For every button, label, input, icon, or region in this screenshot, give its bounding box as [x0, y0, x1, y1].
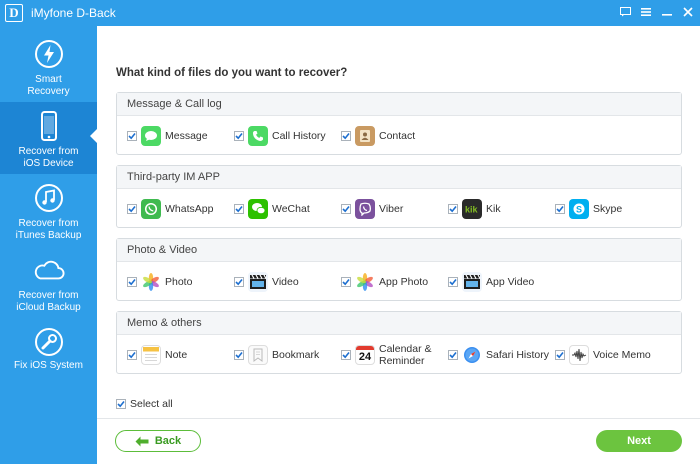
checkbox-checked-icon[interactable]	[341, 349, 351, 360]
checkbox-checked-icon[interactable]	[341, 203, 351, 214]
section-title: Third-party IM APP	[117, 166, 681, 189]
app-logo: D	[5, 4, 23, 22]
close-icon[interactable]	[682, 6, 694, 18]
section-memo-others: Memo & others Note Bookmark 24 Calendar …	[116, 311, 682, 374]
file-option-safari-history[interactable]: Safari History	[448, 335, 549, 374]
select-all-label: Select all	[130, 398, 173, 410]
clapper-icon	[248, 271, 268, 292]
main-panel: What kind of files do you want to recove…	[97, 26, 700, 464]
wrench-icon	[33, 326, 65, 358]
viber-icon	[355, 198, 375, 219]
file-option-whatsapp[interactable]: WhatsApp	[127, 189, 213, 228]
minimize-icon[interactable]	[661, 6, 673, 18]
iphone-icon	[33, 110, 65, 142]
section-message-call-log: Message & Call log Message Call History …	[116, 92, 682, 155]
sidebar-item-ios-device[interactable]: Recover from iOS Device	[0, 102, 98, 174]
footer-divider	[97, 418, 700, 419]
section-title: Photo & Video	[117, 239, 681, 262]
wechat-icon	[248, 198, 268, 219]
phone-icon	[248, 125, 268, 146]
checkbox-checked-icon[interactable]	[234, 349, 244, 360]
file-option-viber[interactable]: Viber	[341, 189, 403, 228]
file-option-voice-memo[interactable]: Voice Memo	[555, 335, 651, 374]
message-icon	[141, 125, 161, 146]
select-all-option[interactable]: Select all	[116, 398, 173, 410]
checkbox-checked-icon[interactable]	[341, 130, 351, 141]
checkbox-checked-icon[interactable]	[127, 276, 137, 287]
checkbox-checked-icon[interactable]	[234, 130, 244, 141]
checkbox-checked-icon[interactable]	[116, 399, 126, 409]
file-option-message[interactable]: Message	[127, 116, 208, 155]
bookmark-icon	[248, 344, 268, 365]
file-option-note[interactable]: Note	[127, 335, 187, 374]
file-option-contact[interactable]: Contact	[341, 116, 415, 155]
feedback-icon[interactable]	[619, 6, 631, 18]
checkbox-checked-icon[interactable]	[234, 203, 244, 214]
voice-memo-icon	[569, 344, 589, 365]
checkbox-checked-icon[interactable]	[127, 349, 137, 360]
safari-icon	[462, 344, 482, 365]
section-third-party-im: Third-party IM APP WhatsApp WeChat Viber…	[116, 165, 682, 228]
menu-icon[interactable]	[640, 6, 652, 18]
checkbox-checked-icon[interactable]	[234, 276, 244, 287]
page-question: What kind of files do you want to recove…	[116, 67, 348, 79]
checkbox-checked-icon[interactable]	[127, 130, 137, 141]
checkbox-checked-icon[interactable]	[555, 349, 565, 360]
clapper-icon	[462, 271, 482, 292]
kik-icon: kik	[462, 198, 482, 219]
file-option-calendar-reminder[interactable]: 24 Calendar & Reminder	[341, 335, 432, 374]
file-option-app-photo[interactable]: App Photo	[341, 262, 428, 301]
sidebar-item-itunes-backup[interactable]: Recover from iTunes Backup	[0, 174, 97, 246]
file-option-video[interactable]: Video	[234, 262, 299, 301]
contact-icon	[355, 125, 375, 146]
title-bar: D iMyfone D-Back	[0, 0, 700, 26]
photos-icon	[355, 271, 375, 292]
file-option-bookmark[interactable]: Bookmark	[234, 335, 319, 374]
back-arrow-icon	[135, 436, 149, 446]
checkbox-checked-icon[interactable]	[448, 276, 458, 287]
sidebar-item-fix-ios[interactable]: Fix iOS System	[0, 318, 97, 390]
sidebar-item-smart-recovery[interactable]: Smart Recovery	[0, 30, 97, 102]
sidebar-item-icloud-backup[interactable]: Recover from iCloud Backup	[0, 246, 97, 318]
svg-text:S: S	[576, 204, 582, 214]
checkbox-checked-icon[interactable]	[448, 203, 458, 214]
cloud-icon	[33, 254, 65, 286]
checkbox-checked-icon[interactable]	[555, 203, 565, 214]
section-title: Memo & others	[117, 312, 681, 335]
calendar-day: 24	[358, 350, 372, 363]
back-button[interactable]: Back	[115, 430, 201, 452]
next-button[interactable]: Next	[596, 430, 682, 452]
section-title: Message & Call log	[117, 93, 681, 116]
file-option-call-history[interactable]: Call History	[234, 116, 326, 155]
sidebar: Smart Recovery Recover from iOS Device R…	[0, 26, 98, 464]
checkbox-checked-icon[interactable]	[341, 276, 351, 287]
app-title: iMyfone D-Back	[31, 6, 116, 20]
lightning-icon	[33, 38, 65, 70]
skype-icon: S	[569, 198, 589, 219]
file-option-photo[interactable]: Photo	[127, 262, 192, 301]
svg-text:kik: kik	[465, 204, 479, 214]
whatsapp-icon	[141, 198, 161, 219]
section-photo-video: Photo & Video Photo Video App Photo App …	[116, 238, 682, 301]
music-note-icon	[33, 182, 65, 214]
file-option-kik[interactable]: kik Kik	[448, 189, 501, 228]
photos-icon	[141, 271, 161, 292]
checkbox-checked-icon[interactable]	[127, 203, 137, 214]
checkbox-checked-icon[interactable]	[448, 349, 458, 360]
notes-icon	[141, 344, 161, 365]
calendar-icon: 24	[355, 344, 375, 365]
file-option-app-video[interactable]: App Video	[448, 262, 534, 301]
file-option-wechat[interactable]: WeChat	[234, 189, 310, 228]
file-option-skype[interactable]: S Skype	[555, 189, 622, 228]
